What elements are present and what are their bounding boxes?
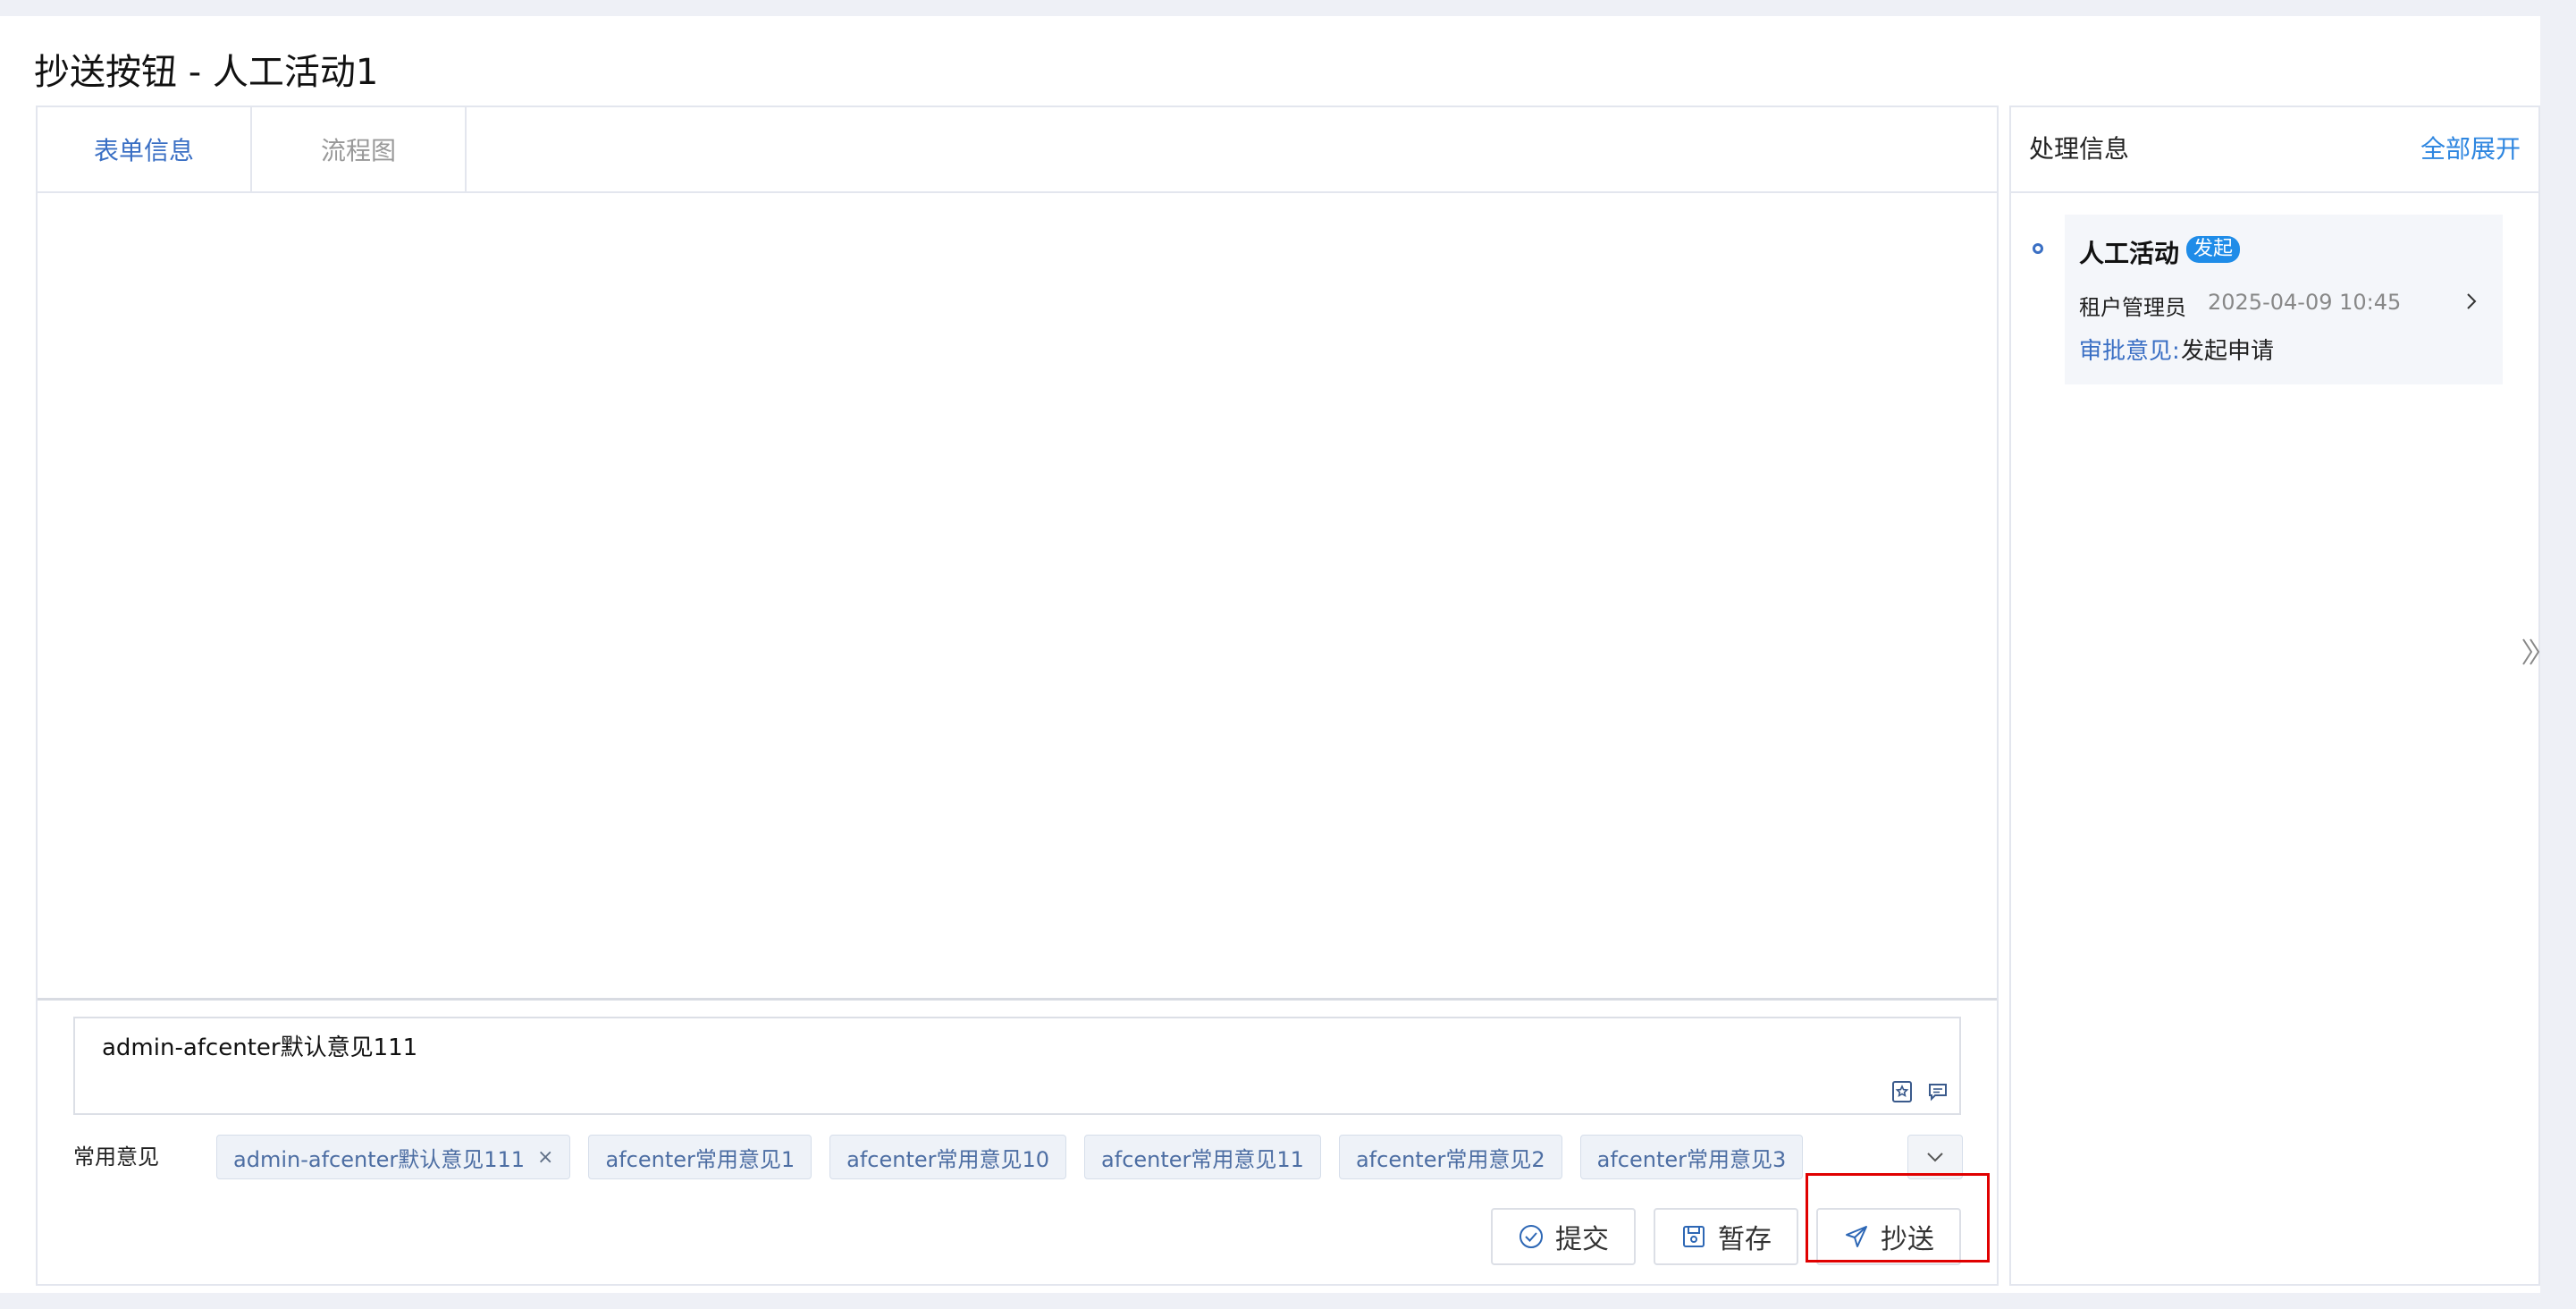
- form-content-area: [38, 193, 1997, 998]
- action-bar: 提交 暂存 抄送: [1491, 1208, 1961, 1265]
- approval-label: 审批意见:: [2079, 338, 2180, 365]
- processing-info-panel: 处理信息 全部展开 人工活动 发起 租户管理员 2025-04-09 10:45…: [2009, 106, 2540, 1286]
- common-opinions-row: 常用意见 admin-afcenter默认意见111 × afcenter常用意…: [73, 1135, 1963, 1179]
- tag-label: afcenter常用意见3: [1596, 1146, 1787, 1172]
- status-badge: 发起: [2186, 236, 2241, 263]
- common-opinion-tag[interactable]: afcenter常用意见2: [1338, 1135, 1562, 1179]
- chevron-down-icon: [1927, 1153, 1943, 1162]
- page-container: 抄送按钮 - 人工活动1 表单信息 流程图 admin-afcenter默认意见…: [0, 16, 2540, 1293]
- opinion-section: admin-afcenter默认意见111 常用意见 admin-afcente…: [38, 998, 1997, 1284]
- cc-button[interactable]: 抄送: [1816, 1208, 1961, 1265]
- tag-label: afcenter常用意见10: [846, 1146, 1050, 1172]
- check-circle-icon: [1520, 1225, 1543, 1248]
- tag-label: admin-afcenter默认意见111: [233, 1146, 526, 1172]
- expand-all-link[interactable]: 全部展开: [2420, 107, 2521, 191]
- common-opinion-tag[interactable]: afcenter常用意见3: [1579, 1135, 1804, 1179]
- common-opinion-tags: admin-afcenter默认意见111 × afcenter常用意见1 af…: [216, 1135, 1804, 1179]
- save-draft-label: 暂存: [1718, 1224, 1772, 1255]
- submit-button[interactable]: 提交: [1491, 1208, 1636, 1265]
- comment-icon[interactable]: [1925, 1079, 1950, 1104]
- activity-card: 人工活动 发起 租户管理员 2025-04-09 10:45 审批意见: 发起申…: [2065, 215, 2503, 384]
- approval-value: 发起申请: [2181, 338, 2275, 365]
- page-title: 抄送按钮 - 人工活动1: [34, 52, 379, 93]
- tag-label: afcenter常用意见2: [1355, 1146, 1545, 1172]
- main-panel: 表单信息 流程图 admin-afcenter默认意见111 常用意见 admi…: [36, 106, 1999, 1286]
- common-opinions-label: 常用意见: [73, 1144, 159, 1170]
- collapse-panel-handle[interactable]: [2521, 637, 2542, 671]
- common-opinion-tag[interactable]: admin-afcenter默认意见111 ×: [216, 1135, 571, 1179]
- activity-user: 租户管理员: [2079, 295, 2186, 320]
- common-opinion-tag[interactable]: afcenter常用意见10: [829, 1135, 1067, 1179]
- common-opinion-tag[interactable]: afcenter常用意见11: [1084, 1135, 1321, 1179]
- side-header: 处理信息 全部展开: [2011, 107, 2538, 193]
- cc-label: 抄送: [1881, 1224, 1934, 1255]
- tag-label: afcenter常用意见1: [605, 1146, 796, 1172]
- send-icon: [1846, 1226, 1867, 1247]
- tab-bar: 表单信息 流程图: [38, 107, 1997, 193]
- expand-tags-button[interactable]: [1907, 1135, 1963, 1179]
- save-draft-button[interactable]: 暂存: [1654, 1208, 1798, 1265]
- tab-flowchart[interactable]: 流程图: [252, 107, 467, 191]
- common-opinion-tag[interactable]: afcenter常用意见1: [588, 1135, 812, 1179]
- submit-label: 提交: [1555, 1224, 1609, 1255]
- chevron-right-icon: [2467, 293, 2477, 309]
- activity-detail-arrow[interactable]: [2465, 291, 2478, 315]
- opinion-textarea[interactable]: admin-afcenter默认意见111: [73, 1017, 1961, 1115]
- activity-title: 人工活动: [2079, 239, 2180, 268]
- save-icon: [1683, 1226, 1705, 1247]
- activity-time: 2025-04-09 10:45: [2208, 290, 2402, 315]
- timeline-dot: [2033, 243, 2043, 254]
- opinion-text: admin-afcenter默认意见111: [102, 1035, 418, 1061]
- close-icon[interactable]: ×: [537, 1146, 553, 1169]
- tab-form-info[interactable]: 表单信息: [38, 107, 252, 191]
- tag-label: afcenter常用意见11: [1101, 1146, 1304, 1172]
- side-title: 处理信息: [2029, 134, 2130, 164]
- double-chevron-right-icon: [2522, 638, 2540, 665]
- favorite-opinion-icon[interactable]: [1890, 1079, 1915, 1104]
